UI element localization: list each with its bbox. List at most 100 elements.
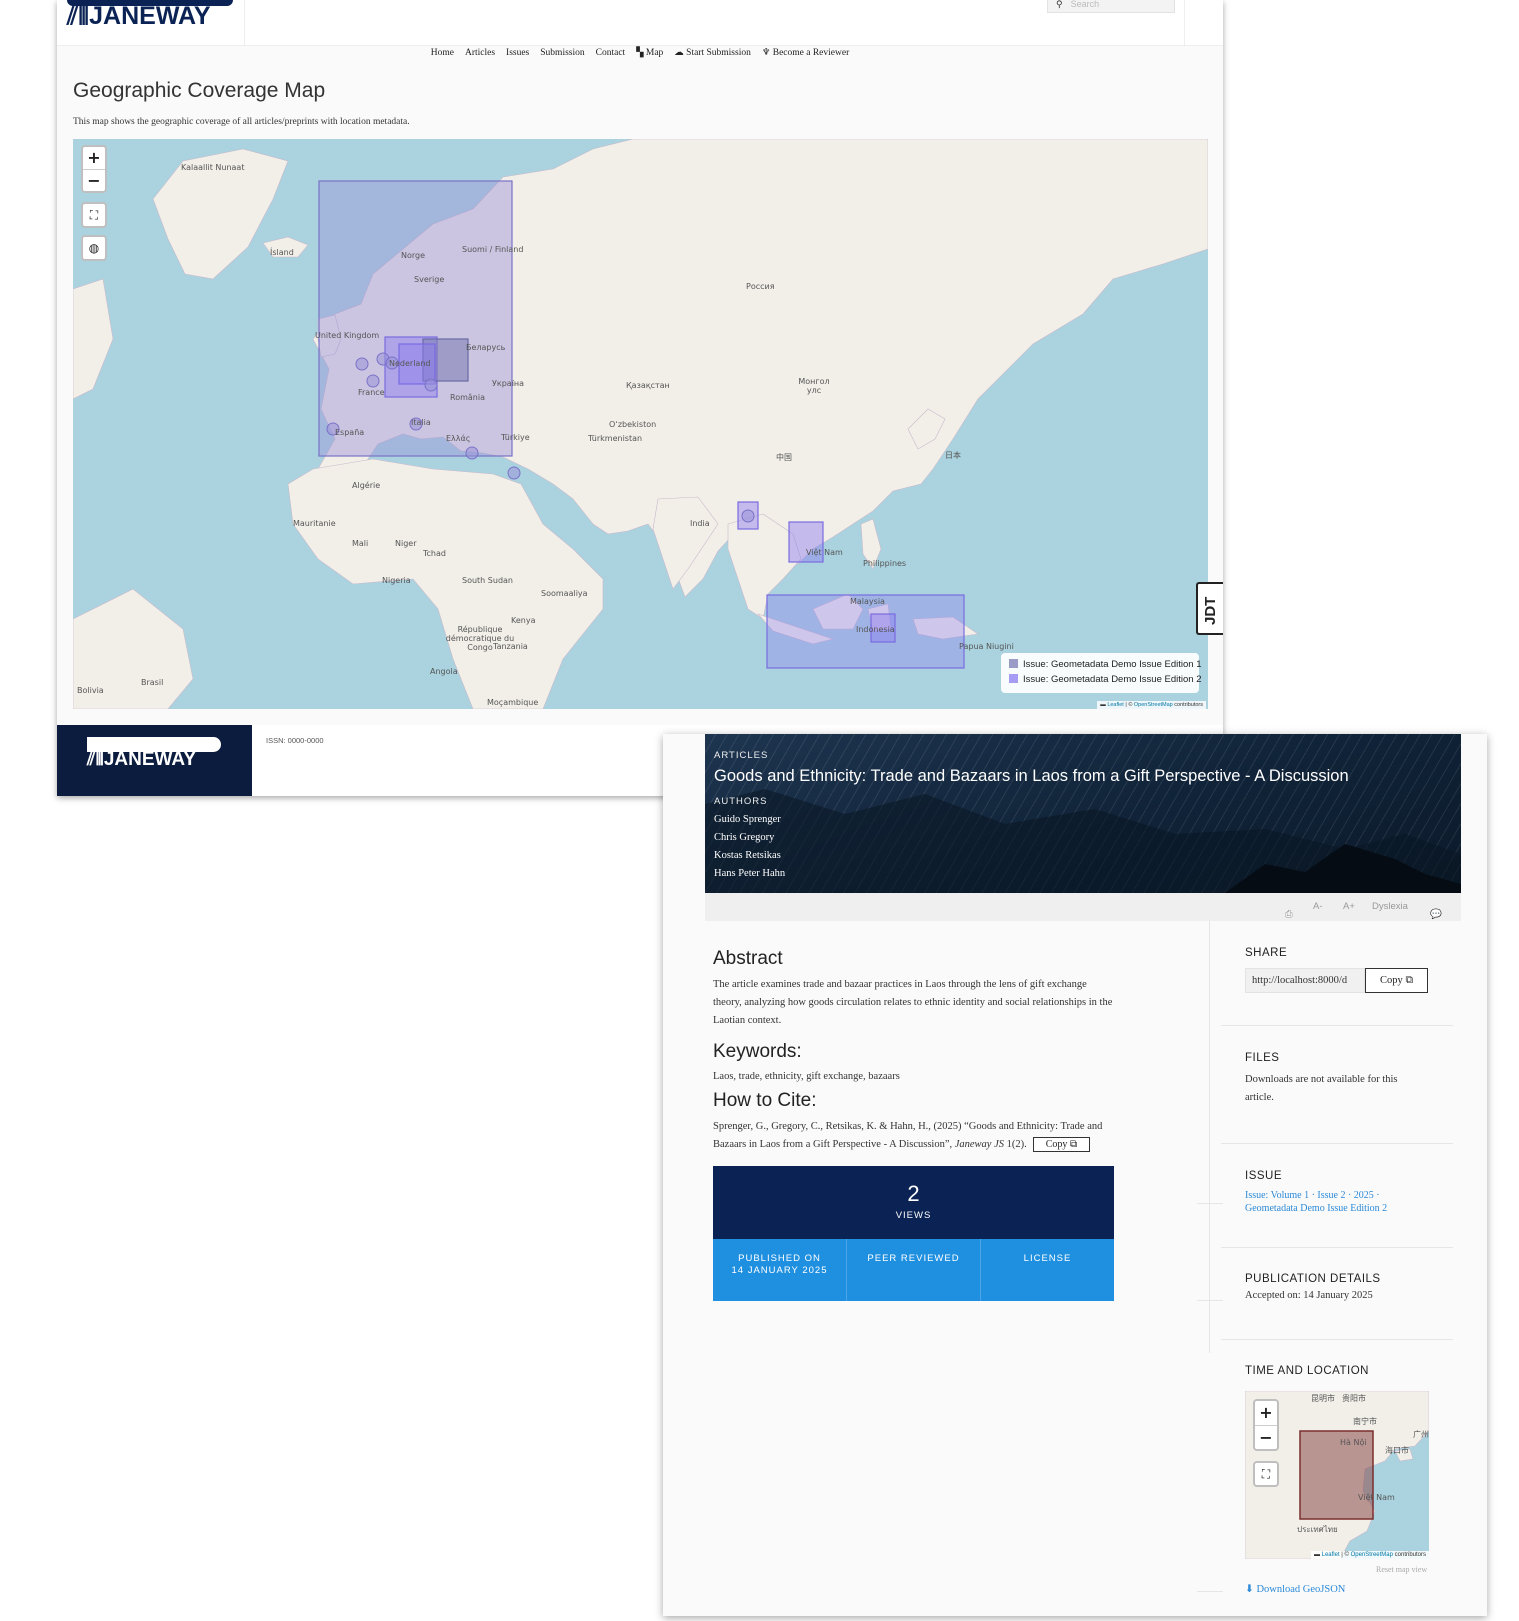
nav-contact[interactable]: Contact — [596, 46, 626, 60]
zoom-in-button[interactable]: + — [1255, 1401, 1277, 1425]
place-label: Монгол улс — [798, 377, 830, 395]
hero-background-image — [705, 789, 1461, 893]
place-label: Papua Niugini — [959, 642, 1014, 651]
views-count: 2 — [907, 1181, 920, 1206]
place-label: Việt Nam — [806, 548, 843, 557]
issue-heading: ISSUE — [1245, 1170, 1283, 1182]
map-attribution: ▬ Leaflet | © OpenStreetMap contributors — [1310, 1551, 1429, 1559]
search-input[interactable]: ⚲ Search — [1047, 0, 1175, 13]
author-link[interactable]: Kostas Retsikas — [714, 847, 785, 865]
license-link[interactable]: LICENSE — [980, 1239, 1114, 1301]
site-logo[interactable]: ⫽⦀JANEWAY — [67, 0, 233, 33]
place-label: Moçambique — [487, 698, 539, 707]
place-label: Mali — [352, 539, 369, 548]
place-label: Mauritanie — [293, 519, 336, 528]
fullscreen-button[interactable]: ⛶ — [1253, 1461, 1279, 1487]
map-legend: Issue: Geometadata Demo Issue Edition 1 … — [1001, 653, 1202, 693]
debug-toolbar-handle[interactable]: DJDT — [1196, 582, 1223, 635]
place-label: United Kingdom — [315, 331, 380, 340]
download-geojson-link[interactable]: ⬇ Download GeoJSON — [1245, 1583, 1345, 1595]
place-label: Soomaaliya — [541, 589, 588, 598]
world-view-button[interactable]: ◍ — [81, 235, 107, 261]
zoom-in-button[interactable]: + — [83, 147, 105, 169]
place-label: Niger — [395, 539, 417, 548]
map-icon: ▚ — [636, 48, 646, 58]
nav-map[interactable]: ▚ Map — [636, 46, 663, 60]
place-label: Malaysia — [850, 597, 885, 606]
place-label: Suomi / Finland — [462, 245, 524, 254]
place-label: France — [358, 388, 385, 397]
copy-icon: ⧉ — [1405, 975, 1413, 986]
nav-issues[interactable]: Issues — [506, 46, 529, 60]
nav-start-submission[interactable]: ☁ Start Submission — [674, 46, 751, 60]
footer-logo[interactable]: ⫽⦀JANEWAY — [57, 725, 252, 796]
zoom-out-button[interactable]: − — [1255, 1425, 1277, 1449]
author-link[interactable]: Guido Sprenger — [714, 811, 785, 829]
nav-submission[interactable]: Submission — [540, 46, 584, 60]
nav-articles[interactable]: Articles — [465, 46, 495, 60]
keywords-text: Laos, trade, ethnicity, gift exchange, b… — [713, 1071, 900, 1082]
globe-icon: ◍ — [88, 241, 100, 255]
abstract-heading: Abstract — [713, 948, 783, 969]
accepted-date: Accepted on: 14 January 2025 — [1245, 1290, 1373, 1301]
peer-reviewed-badge: PEER REVIEWED — [846, 1239, 980, 1301]
osm-link[interactable]: OpenStreetMap — [1134, 702, 1173, 708]
place-label: Україна — [492, 379, 525, 388]
place-label: Sverige — [414, 275, 445, 284]
place-label: Tanzania — [493, 642, 528, 651]
article-hero: ARTICLES Goods and Ethnicity: Trade and … — [705, 734, 1461, 893]
download-icon: ⬇ — [1245, 1584, 1257, 1595]
place-label: Italia — [411, 418, 431, 427]
coverage-map[interactable]: Kalaallit Nunaat Ísland Norge Suomi / Fi… — [73, 139, 1208, 709]
nav-become-reviewer[interactable]: ♆ Become a Reviewer — [762, 46, 849, 60]
font-larger-button[interactable]: A+ — [1343, 901, 1355, 912]
fullscreen-button[interactable]: ⛶ — [81, 202, 107, 228]
place-label: Việt Nam — [1358, 1493, 1395, 1502]
views-label: VIEWS — [895, 1210, 932, 1221]
place-label: Brasil — [141, 678, 164, 687]
share-url-input[interactable]: http://localhost:8000/d — [1245, 968, 1365, 993]
ukraine-flag-icon: ▬ — [1313, 1552, 1322, 1558]
issue-link[interactable]: Issue: Volume 1 · Issue 2 · 2025 · Geome… — [1245, 1189, 1405, 1215]
keywords-heading: Keywords: — [713, 1041, 802, 1062]
authors-label: AUTHORS — [714, 796, 768, 807]
leaflet-link[interactable]: Leaflet — [1107, 702, 1124, 708]
place-label: Tchad — [423, 549, 446, 558]
place-label: South Sudan — [462, 576, 513, 585]
share-copy-button[interactable]: Copy ⧉ — [1365, 968, 1428, 993]
place-label: Türkiye — [501, 433, 530, 442]
comment-icon: 💬 — [1430, 909, 1442, 920]
place-label: Norge — [401, 251, 426, 260]
fullscreen-icon: ⛶ — [1261, 1467, 1271, 1481]
copy-citation-button[interactable]: Copy ⧉ — [1032, 1137, 1091, 1152]
place-label: 贵阳市 — [1342, 1394, 1366, 1403]
copy-icon: ⧉ — [1069, 1139, 1078, 1150]
files-text: Downloads are not available for this art… — [1245, 1074, 1398, 1103]
legend-item: Issue: Geometadata Demo Issue Edition 1 — [1009, 657, 1202, 672]
published-on: PUBLISHED ON 14 JANUARY 2025 — [731, 1253, 828, 1276]
author-link[interactable]: Chris Gregory — [714, 829, 785, 847]
place-label: Ísland — [270, 248, 294, 257]
mini-map-zoom-control: + − — [1253, 1399, 1279, 1451]
place-label: Philippines — [863, 559, 907, 568]
time-location-heading: TIME AND LOCATION — [1245, 1365, 1369, 1377]
article-location-map[interactable]: 昆明市 贵阳市 南宁市 广州 Hà Nội 海口市 Việt Nam ประเท… — [1245, 1391, 1429, 1559]
map-zoom-control: + − — [81, 145, 107, 193]
zoom-out-button[interactable]: − — [83, 169, 105, 191]
reset-map-view-link[interactable]: Reset map view — [1376, 1565, 1427, 1574]
dyslexia-button[interactable]: Dyslexia — [1372, 901, 1408, 912]
place-label: 南宁市 — [1353, 1417, 1377, 1426]
place-label: España — [335, 428, 365, 437]
place-label: Nederland — [389, 359, 431, 368]
cite-heading: How to Cite: — [713, 1090, 817, 1111]
article-stats: 2 VIEWS PUBLISHED ON 14 JANUARY 2025 PEER… — [713, 1166, 1114, 1301]
font-smaller-button[interactable]: A- — [1313, 901, 1323, 912]
article-page-window: ARTICLES Goods and Ethnicity: Trade and … — [663, 734, 1487, 1616]
place-label: Algérie — [352, 481, 381, 490]
osm-link[interactable]: OpenStreetMap — [1351, 1552, 1393, 1558]
leaflet-link[interactable]: Leaflet — [1322, 1552, 1340, 1558]
map-page-window: ⫽⦀JANEWAY ⚲ Search Home Articles Issues S… — [57, 0, 1223, 796]
main-nav: Home Articles Issues Submission Contact … — [57, 46, 1223, 60]
nav-home[interactable]: Home — [431, 46, 454, 60]
author-link[interactable]: Hans Peter Hahn — [714, 865, 785, 883]
